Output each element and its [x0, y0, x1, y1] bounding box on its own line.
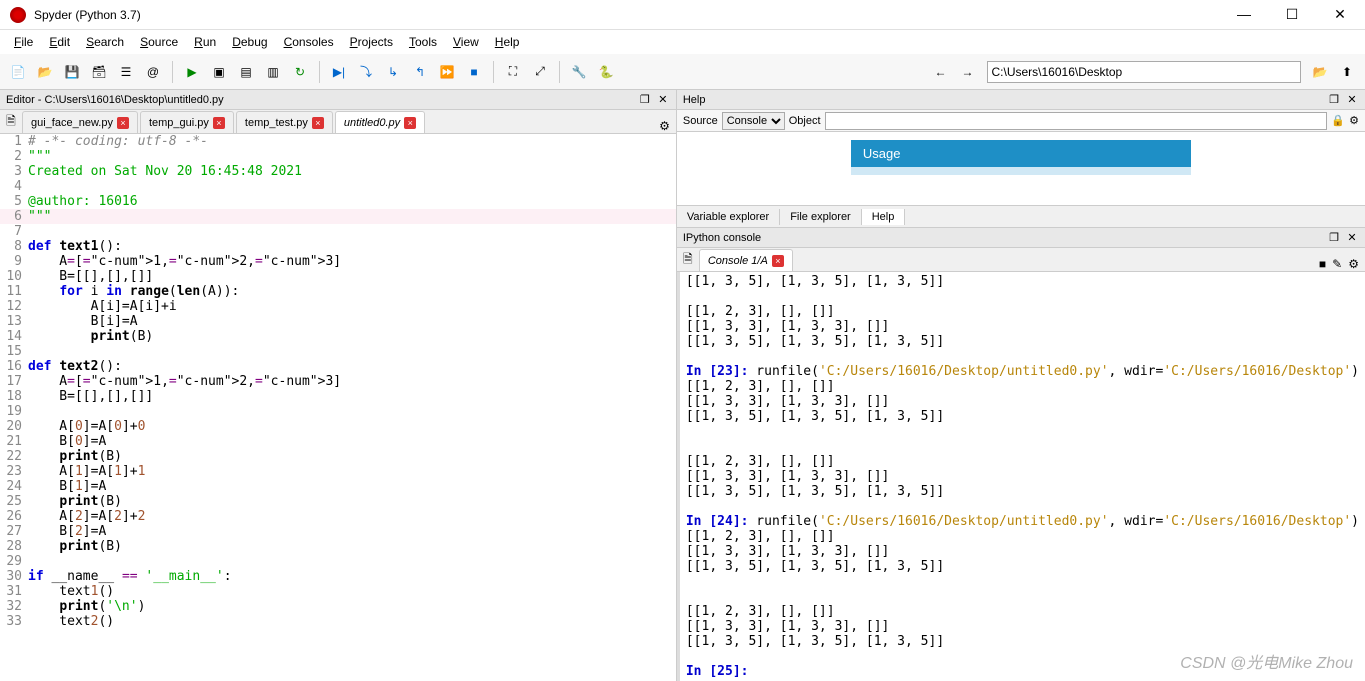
- file-switcher-icon[interactable]: 🗎: [0, 111, 22, 133]
- maximize-pane-button[interactable]: ⛶: [501, 60, 525, 84]
- close-pane-icon[interactable]: ✕: [656, 93, 670, 107]
- menu-consoles[interactable]: Consoles: [276, 33, 342, 51]
- forward-button[interactable]: →: [956, 60, 980, 84]
- stop-kernel-icon[interactable]: ■: [1319, 257, 1326, 271]
- ipython-console[interactable]: [[1, 3, 5], [1, 3, 5], [1, 3, 5]] [[1, 2…: [677, 272, 1365, 681]
- dock-ipy-icon[interactable]: ❐: [1327, 231, 1341, 245]
- tab-temp_gui-py[interactable]: temp_gui.py×: [140, 111, 234, 133]
- menu-projects[interactable]: Projects: [342, 33, 401, 51]
- menu-edit[interactable]: Edit: [41, 33, 78, 51]
- parent-dir-button[interactable]: ⬆: [1335, 60, 1359, 84]
- menu-debug[interactable]: Debug: [224, 33, 275, 51]
- help-subtabs: Variable explorerFile explorerHelp: [677, 205, 1365, 227]
- usage-title: Usage: [851, 140, 1191, 167]
- help-content: Usage: [677, 132, 1365, 205]
- close-button[interactable]: ✕: [1325, 6, 1355, 23]
- menu-help[interactable]: Help: [487, 33, 528, 51]
- menu-view[interactable]: View: [445, 33, 487, 51]
- close-ipy-icon[interactable]: ✕: [1345, 231, 1359, 245]
- gear-icon[interactable]: ⚙: [1349, 114, 1359, 127]
- back-button[interactable]: ←: [929, 60, 953, 84]
- watermark: CSDN @光电Mike Zhou: [1180, 649, 1353, 673]
- code-editor[interactable]: 1# -*- coding: utf-8 -*-2"""3Created on …: [0, 134, 676, 681]
- pythonpath-button[interactable]: 🐍: [594, 60, 618, 84]
- tab-temp_test-py[interactable]: temp_test.py×: [236, 111, 333, 133]
- ipython-tab-bar: 🗎 Console 1/A× ■ ✎ ⚙: [677, 248, 1365, 272]
- editor-pane-title: Editor - C:\Users\16016\Desktop\untitled…: [6, 94, 638, 106]
- editor-pane-header: Editor - C:\Users\16016\Desktop\untitled…: [0, 90, 676, 110]
- close-console-icon[interactable]: ×: [772, 255, 784, 267]
- dock-icon[interactable]: ❐: [638, 93, 652, 107]
- lock-icon[interactable]: 🔒: [1331, 114, 1345, 127]
- save-all-button[interactable]: 🗃: [87, 60, 111, 84]
- spyder-logo-icon: [10, 7, 26, 23]
- open-file-button[interactable]: 📂: [33, 60, 57, 84]
- help-pane-header: Help ❐ ✕: [677, 90, 1365, 110]
- menu-tools[interactable]: Tools: [401, 33, 445, 51]
- step-into-button[interactable]: ↳: [381, 60, 405, 84]
- debug-button[interactable]: ▶|: [327, 60, 351, 84]
- close-tab-icon[interactable]: ×: [404, 117, 416, 129]
- object-label: Object: [789, 115, 821, 127]
- close-tab-icon[interactable]: ×: [312, 117, 324, 129]
- cell-button[interactable]: ☰: [114, 60, 138, 84]
- preferences-button[interactable]: 🔧: [567, 60, 591, 84]
- menu-run[interactable]: Run: [186, 33, 224, 51]
- editor-options-icon[interactable]: ⚙: [659, 119, 670, 133]
- subtab-file-explorer[interactable]: File explorer: [780, 209, 862, 225]
- source-select[interactable]: Console: [722, 112, 785, 130]
- console-options-icon[interactable]: ⚙: [1348, 257, 1359, 271]
- subtab-variable-explorer[interactable]: Variable explorer: [677, 209, 780, 225]
- tab-untitled0-py[interactable]: untitled0.py×: [335, 111, 425, 133]
- help-source-bar: Source Console Object 🔒 ⚙: [677, 110, 1365, 132]
- maximize-button[interactable]: ☐: [1277, 6, 1307, 23]
- source-label: Source: [683, 115, 718, 127]
- working-dir-input[interactable]: [987, 61, 1302, 83]
- fullscreen-button[interactable]: ⤢: [528, 60, 552, 84]
- ipython-pane-header: IPython console ❐ ✕: [677, 228, 1365, 248]
- ipython-pane-title: IPython console: [683, 232, 1327, 244]
- run-cell-button[interactable]: ▣: [207, 60, 231, 84]
- subtab-help[interactable]: Help: [862, 209, 906, 225]
- stop-debug-button[interactable]: ■: [462, 60, 486, 84]
- clear-console-icon[interactable]: ✎: [1332, 257, 1342, 271]
- menu-search[interactable]: Search: [78, 33, 132, 51]
- dock-help-icon[interactable]: ❐: [1327, 93, 1341, 107]
- main-toolbar: 📄 📂 💾 🗃 ☰ @ ▶ ▣ ▤ ▥ ↻ ▶| ⤵ ↳ ↰ ⏩ ■ ⛶ ⤢ 🔧…: [0, 54, 1365, 90]
- minimize-button[interactable]: —: [1229, 6, 1259, 23]
- menu-bar: FileEditSearchSourceRunDebugConsolesProj…: [0, 30, 1365, 54]
- run-cell-advance-button[interactable]: ▤: [234, 60, 258, 84]
- step-button[interactable]: ⤵: [354, 60, 378, 84]
- menu-source[interactable]: Source: [132, 33, 186, 51]
- close-tab-icon[interactable]: ×: [213, 117, 225, 129]
- at-button[interactable]: @: [141, 60, 165, 84]
- window-title: Spyder (Python 3.7): [34, 8, 1229, 22]
- close-help-icon[interactable]: ✕: [1345, 93, 1359, 107]
- editor-tab-bar: 🗎 gui_face_new.py×temp_gui.py×temp_test.…: [0, 110, 676, 134]
- menu-file[interactable]: File: [6, 33, 41, 51]
- tab-gui_face_new-py[interactable]: gui_face_new.py×: [22, 111, 138, 133]
- run-button[interactable]: ▶: [180, 60, 204, 84]
- browse-dir-button[interactable]: 📂: [1308, 60, 1332, 84]
- title-bar: Spyder (Python 3.7) — ☐ ✕: [0, 0, 1365, 30]
- continue-button[interactable]: ⏩: [435, 60, 459, 84]
- help-pane-title: Help: [683, 94, 1327, 106]
- console-tab[interactable]: Console 1/A×: [699, 249, 793, 271]
- step-out-button[interactable]: ↰: [408, 60, 432, 84]
- rerun-button[interactable]: ↻: [288, 60, 312, 84]
- run-selection-button[interactable]: ▥: [261, 60, 285, 84]
- close-tab-icon[interactable]: ×: [117, 117, 129, 129]
- object-input[interactable]: [825, 112, 1328, 130]
- console-switcher-icon[interactable]: 🗎: [677, 249, 699, 271]
- new-file-button[interactable]: 📄: [6, 60, 30, 84]
- save-button[interactable]: 💾: [60, 60, 84, 84]
